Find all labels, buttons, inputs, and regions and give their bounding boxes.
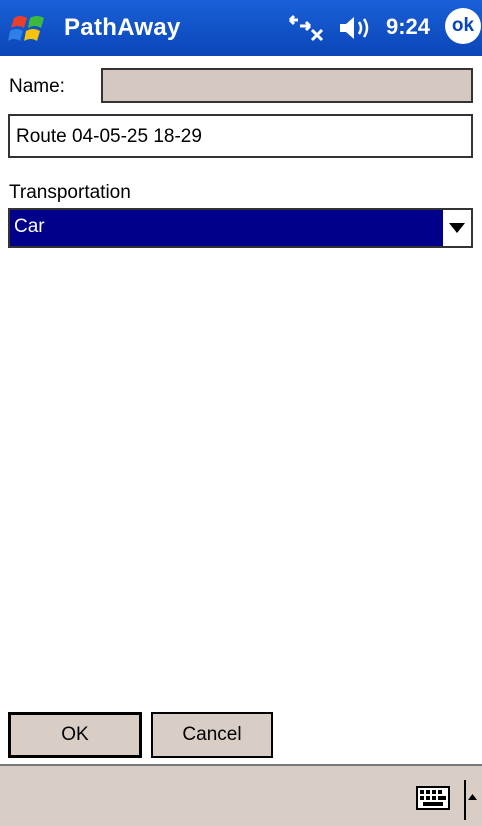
name-label: Name: bbox=[9, 76, 65, 97]
clock[interactable]: 9:24 bbox=[386, 14, 430, 40]
menu-bar bbox=[0, 764, 482, 826]
ok-button[interactable]: OK bbox=[8, 712, 142, 758]
chevron-down-icon[interactable] bbox=[443, 210, 471, 246]
ok-title-button[interactable]: ok bbox=[445, 8, 481, 44]
keyboard-icon[interactable] bbox=[416, 786, 450, 810]
app-title: PathAway bbox=[64, 14, 181, 41]
windows-flag-icon[interactable] bbox=[8, 10, 52, 46]
transportation-label: Transportation bbox=[9, 182, 131, 203]
title-bar: PathAway 9:24 ok bbox=[0, 0, 482, 56]
transportation-selected-value: Car bbox=[10, 210, 443, 246]
name-field[interactable] bbox=[101, 68, 473, 103]
route-name-field[interactable]: Route 04-05-25 18-29 bbox=[8, 114, 473, 158]
speaker-icon[interactable] bbox=[338, 12, 378, 44]
up-arrow-icon[interactable] bbox=[464, 780, 478, 820]
cancel-button[interactable]: Cancel bbox=[151, 712, 273, 758]
connectivity-icon[interactable] bbox=[288, 12, 328, 44]
transportation-dropdown[interactable]: Car bbox=[8, 208, 473, 248]
